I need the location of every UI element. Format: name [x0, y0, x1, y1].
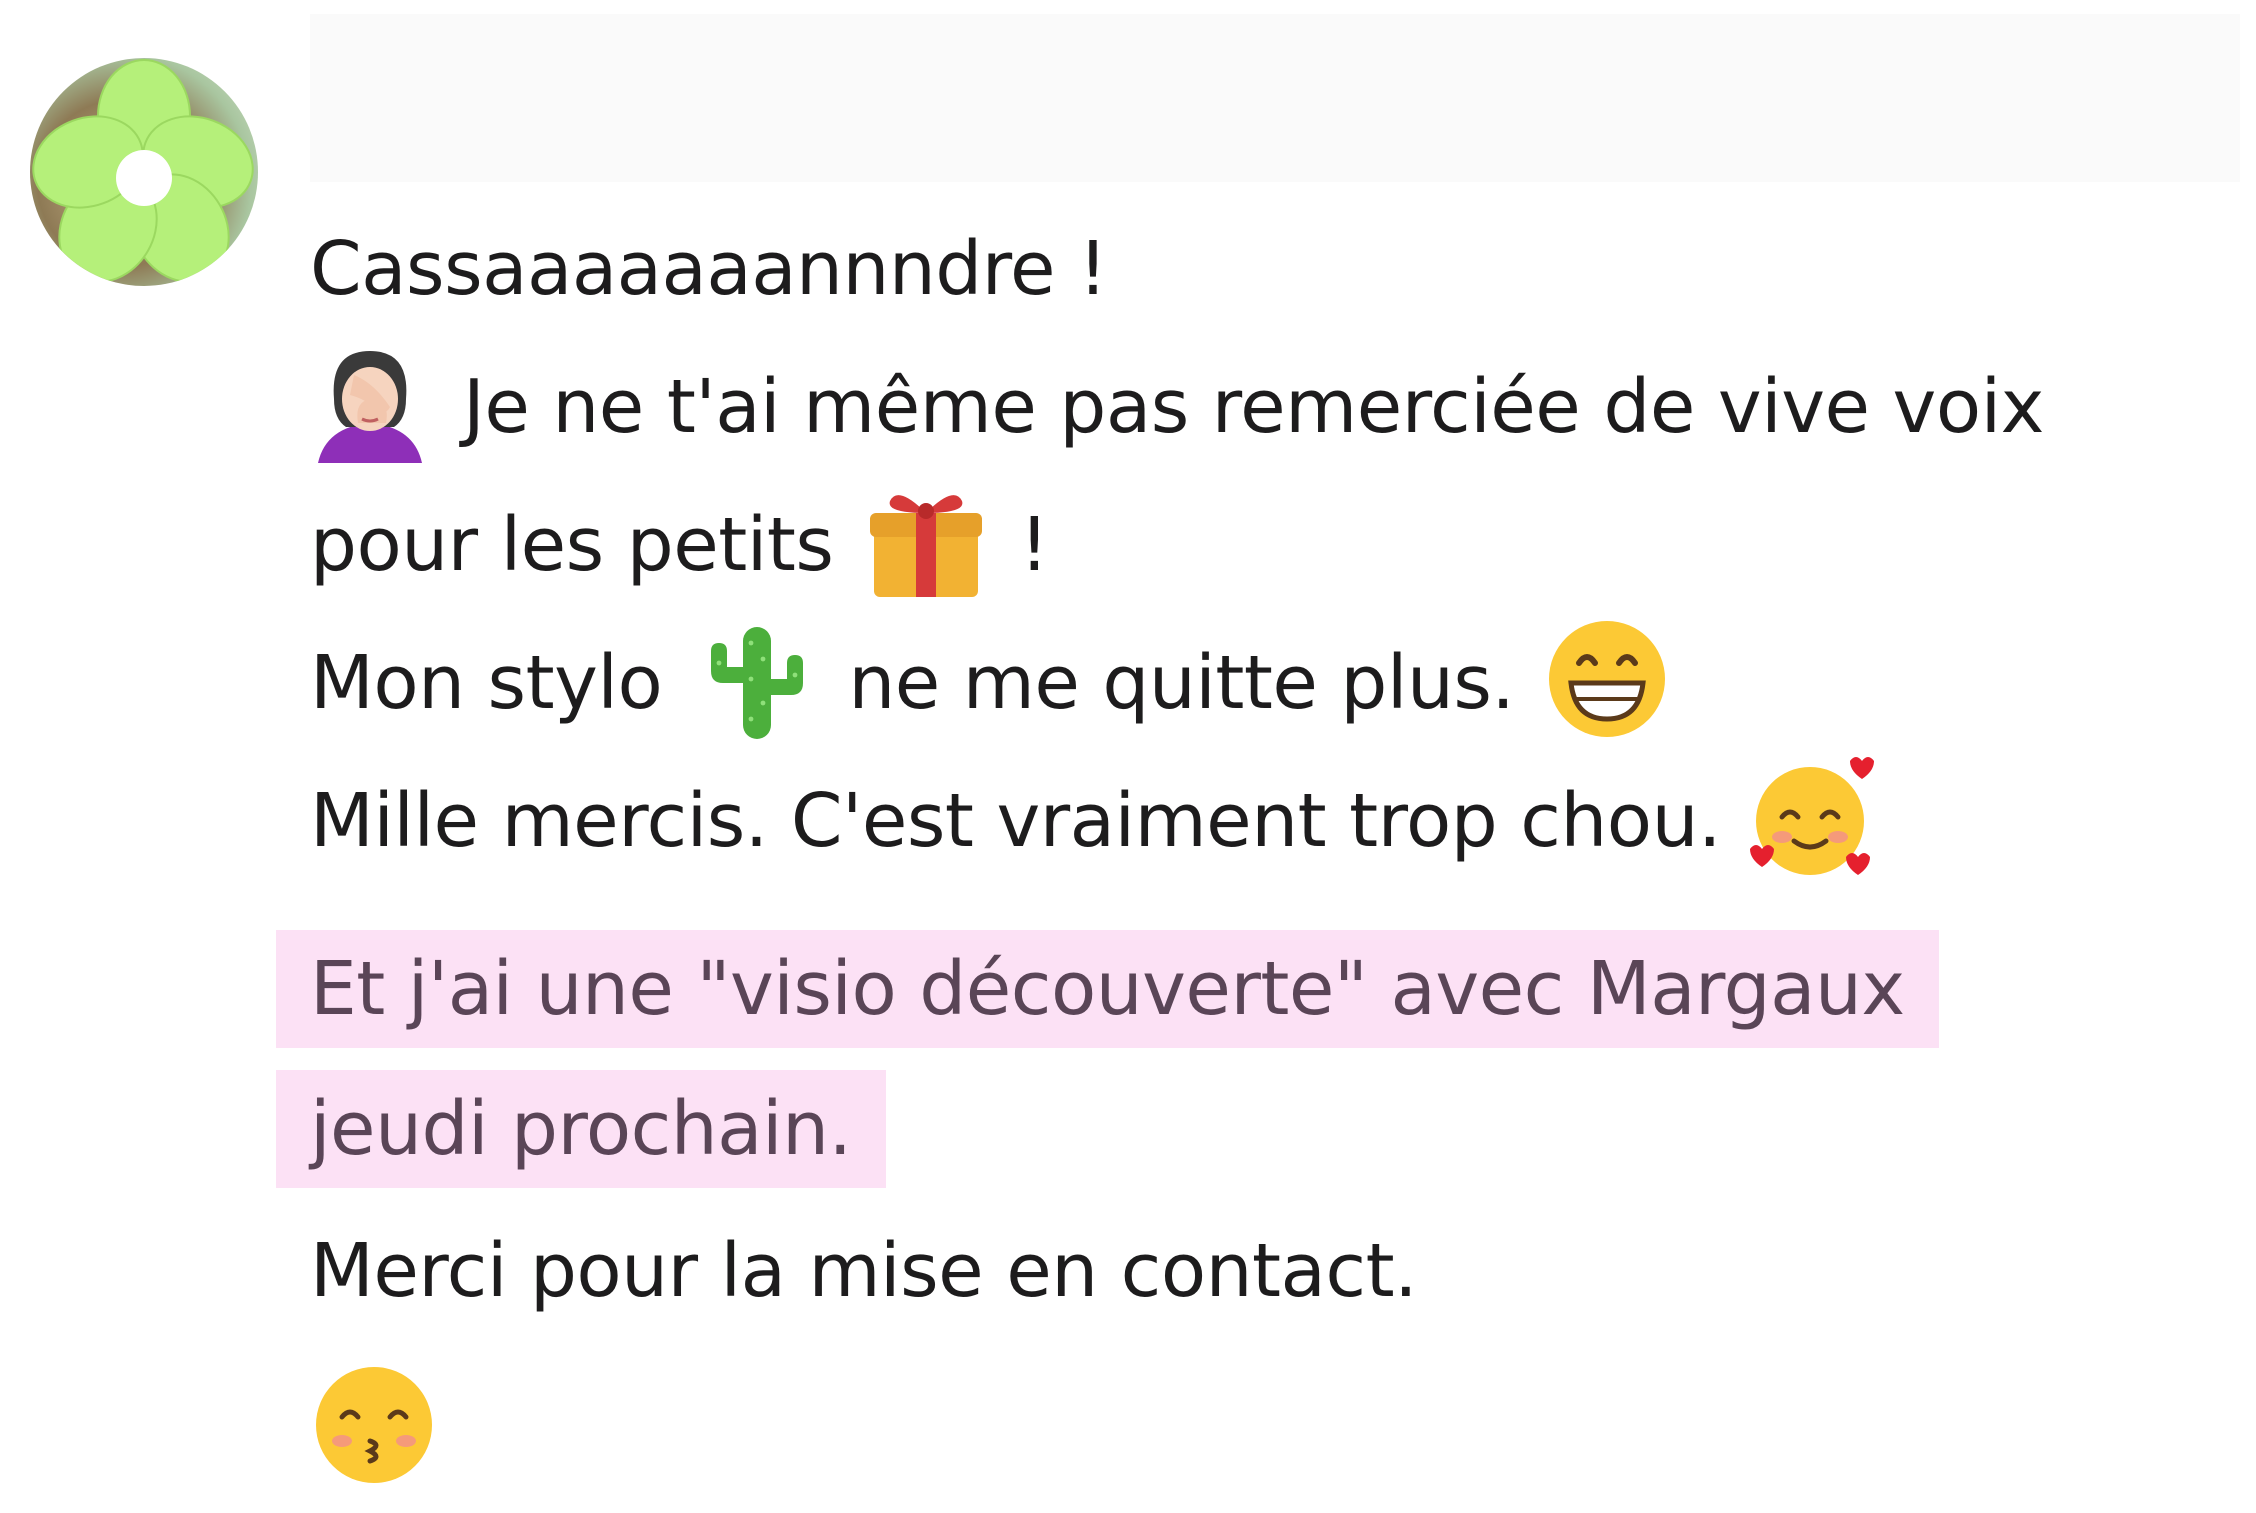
- message-text: pour les petits: [310, 502, 834, 588]
- smiling-face-with-hearts-icon: [1750, 757, 1875, 876]
- message-view: Cassaaaaaaannndre ! Je ne t'ai même pas …: [0, 0, 2256, 1513]
- message-line: Mille mercis. C'est vraiment trop chou.: [310, 752, 2240, 890]
- message-text: Je ne t'ai même pas remerciée de vive vo…: [463, 364, 2044, 450]
- message-text: Cassaaaaaaannndre !: [310, 226, 1108, 312]
- message-line: Mon stylo ne me quitte plus.: [310, 614, 2240, 752]
- message-text: Mon stylo: [310, 640, 663, 726]
- flower-icon: [32, 59, 254, 283]
- highlighted-line: jeudi prochain.: [276, 1060, 2240, 1198]
- message-line: pour les petits !: [310, 476, 2240, 614]
- message-text: Mille mercis. C'est vraiment trop chou.: [310, 778, 1722, 864]
- kissing-face-icon: [316, 1367, 432, 1484]
- message-body: Cassaaaaaaannndre ! Je ne t'ai même pas …: [276, 200, 2240, 1500]
- highlighted-text-span: Et j'ai une "visio découverte" avec Marg…: [276, 930, 1939, 1048]
- message-line: [310, 1340, 2240, 1500]
- message-line: Je ne t'ai même pas remerciée de vive vo…: [310, 338, 2240, 476]
- message-text: ne me quitte plus.: [848, 640, 1515, 726]
- highlighted-line: Et j'ai une "visio découverte" avec Marg…: [276, 920, 2240, 1058]
- message-text: !: [1019, 502, 1049, 588]
- avatar[interactable]: [30, 58, 258, 286]
- highlighted-text: Et j'ai une "visio découverte" avec Marg…: [276, 920, 2240, 1198]
- previous-message-area: [310, 14, 2240, 182]
- message-line: Cassaaaaaaannndre !: [310, 200, 2240, 338]
- gift-icon: [870, 495, 983, 598]
- message-line: Merci pour la mise en contact.: [310, 1202, 2240, 1340]
- highlighted-text-span: jeudi prochain.: [276, 1070, 886, 1188]
- cactus-icon: [711, 627, 804, 740]
- woman-facepalming-icon: [318, 351, 422, 464]
- message-text: Merci pour la mise en contact.: [310, 1228, 1418, 1314]
- grinning-face-icon: [1549, 621, 1666, 738]
